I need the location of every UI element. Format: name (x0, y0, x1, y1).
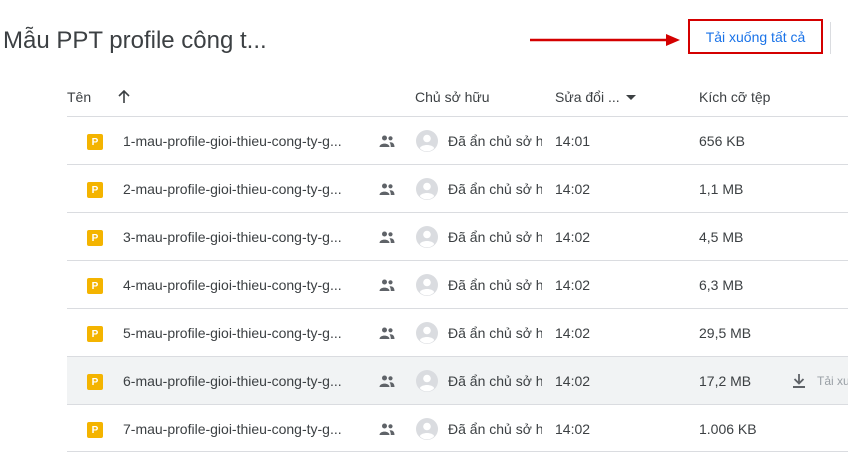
page-title: Mẫu PPT profile công t... (3, 27, 267, 54)
slides-file-icon: P (87, 230, 103, 246)
modified-time: 14:02 (555, 373, 591, 389)
file-row[interactable]: P 3-mau-profile-gioi-thieu-cong-ty-g... … (67, 212, 848, 260)
modified-time: 14:02 (555, 325, 591, 341)
account-circle-icon (416, 274, 438, 296)
file-name: 7-mau-profile-gioi-thieu-cong-ty-g... (123, 421, 342, 437)
owner-label: Đã ẩn chủ sở hữu (448, 181, 542, 197)
file-size: 656 KB (699, 133, 745, 149)
file-name: 1-mau-profile-gioi-thieu-cong-ty-g... (123, 133, 342, 149)
modified-time: 14:02 (555, 421, 591, 437)
column-header-owner-label: Chủ sở hữu (415, 89, 490, 105)
file-name: 2-mau-profile-gioi-thieu-cong-ty-g... (123, 181, 342, 197)
file-row[interactable]: P 5-mau-profile-gioi-thieu-cong-ty-g... … (67, 308, 848, 356)
people-icon (379, 135, 395, 147)
modified-time: 14:02 (555, 229, 591, 245)
file-row[interactable]: P 1-mau-profile-gioi-thieu-cong-ty-g... … (67, 116, 848, 164)
slides-file-icon: P (87, 182, 103, 198)
download-all-button[interactable]: Tải xuống tất cả (688, 19, 823, 54)
chevron-down-icon[interactable] (625, 94, 636, 100)
column-header-size[interactable]: Kích cỡ tệp (699, 89, 770, 105)
download-icon[interactable] (791, 373, 807, 389)
column-header-modified[interactable]: Sửa đổi ... (555, 89, 636, 105)
people-icon (379, 423, 395, 435)
file-name: 6-mau-profile-gioi-thieu-cong-ty-g... (123, 373, 342, 389)
slides-file-icon: P (87, 422, 103, 438)
owner-label: Đã ẩn chủ sở hữu (448, 373, 542, 389)
modified-time: 14:01 (555, 133, 591, 149)
modified-time: 14:02 (555, 181, 591, 197)
column-header-modified-label: Sửa đổi ... (555, 89, 620, 105)
file-size: 1,1 MB (699, 181, 744, 197)
column-header-name-label: Tên (67, 89, 92, 105)
file-size: 4,5 MB (699, 229, 744, 245)
header-divider (830, 22, 831, 54)
slides-file-icon: P (87, 326, 103, 342)
file-row[interactable]: P 7-mau-profile-gioi-thieu-cong-ty-g... … (67, 404, 848, 452)
file-list: P 1-mau-profile-gioi-thieu-cong-ty-g... … (67, 116, 848, 452)
people-icon (379, 327, 395, 339)
people-icon (379, 183, 395, 195)
column-header-name[interactable]: Tên (67, 89, 131, 105)
file-name: 4-mau-profile-gioi-thieu-cong-ty-g... (123, 277, 342, 293)
download-all-label: Tải xuống tất cả (705, 28, 806, 45)
arrow-up-icon[interactable] (117, 90, 131, 104)
slides-file-icon: P (87, 278, 103, 294)
file-size: 17,2 MB (699, 373, 752, 389)
slides-file-icon: P (87, 374, 103, 390)
account-circle-icon (416, 178, 438, 200)
account-circle-icon (416, 418, 438, 440)
people-icon (379, 279, 395, 291)
file-row[interactable]: P 6-mau-profile-gioi-thieu-cong-ty-g... … (67, 356, 848, 404)
red-arrow-icon (530, 34, 680, 46)
owner-label: Đã ẩn chủ sở hữu (448, 421, 542, 437)
row-download-label[interactable]: Tải xuống (817, 374, 848, 388)
owner-label: Đã ẩn chủ sở hữu (448, 229, 542, 245)
account-circle-icon (416, 226, 438, 248)
slides-file-icon: P (87, 134, 103, 150)
file-size: 29,5 MB (699, 325, 752, 341)
file-row[interactable]: P 2-mau-profile-gioi-thieu-cong-ty-g... … (67, 164, 848, 212)
file-size: 1.006 KB (699, 421, 757, 437)
file-size: 6,3 MB (699, 277, 744, 293)
people-icon (379, 375, 395, 387)
owner-label: Đã ẩn chủ sở hữu (448, 325, 542, 341)
file-name: 5-mau-profile-gioi-thieu-cong-ty-g... (123, 325, 342, 341)
owner-label: Đã ẩn chủ sở hữu (448, 133, 542, 149)
account-circle-icon (416, 322, 438, 344)
file-name: 3-mau-profile-gioi-thieu-cong-ty-g... (123, 229, 342, 245)
account-circle-icon (416, 370, 438, 392)
owner-label: Đã ẩn chủ sở hữu (448, 277, 542, 293)
people-icon (379, 231, 395, 243)
file-row[interactable]: P 4-mau-profile-gioi-thieu-cong-ty-g... … (67, 260, 848, 308)
account-circle-icon (416, 130, 438, 152)
column-header-owner[interactable]: Chủ sở hữu (415, 89, 490, 105)
column-header-size-label: Kích cỡ tệp (699, 89, 771, 105)
modified-time: 14:02 (555, 277, 591, 293)
